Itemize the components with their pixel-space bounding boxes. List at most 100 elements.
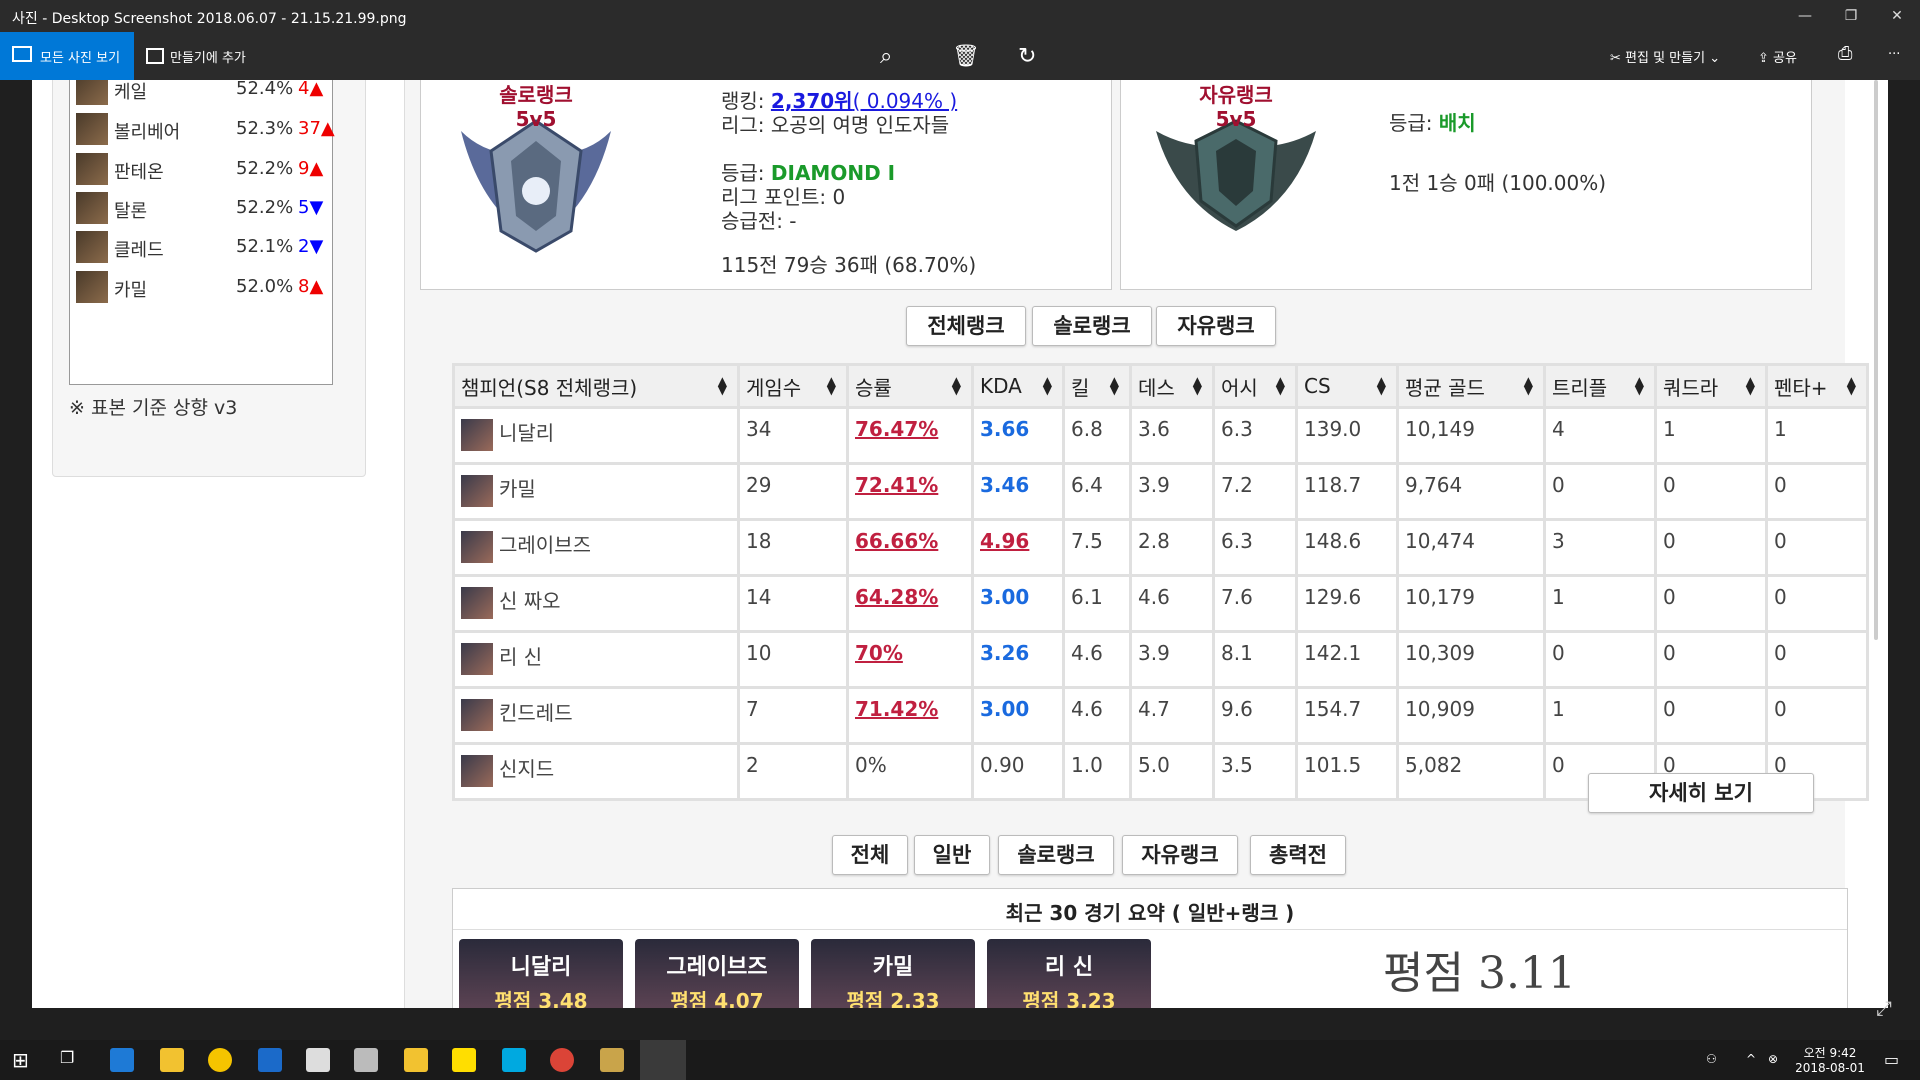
chrome-icon[interactable]	[550, 1048, 574, 1072]
all-photos-button[interactable]: 모든 사진 보기	[0, 32, 134, 80]
triple-cell: 1	[1543, 574, 1657, 633]
table-row: 리 신 10 70% 3.26 4.6 3.9 8.1 142.1 10,309…	[452, 630, 1869, 689]
column-header-champion[interactable]: 챔피언(S8 전체랭크) ▲ ▼	[452, 363, 740, 409]
table-row: 니달리 34 76.47% 3.66 6.8 3.6 6.3 139.0 10,…	[452, 406, 1869, 465]
edit-create-button[interactable]: ✂ 편집 및 만들기 ⌄	[1610, 47, 1720, 66]
flex-tier-line: 등급: 배치	[1389, 111, 1476, 135]
list-item[interactable]: 클레드 52.1% 2▼	[76, 229, 332, 265]
champion-portrait	[461, 642, 493, 675]
games-cell: 18	[737, 518, 849, 577]
delete-icon[interactable]: 🗑	[952, 44, 980, 69]
column-header-quadra[interactable]: 쿼드라 ▲ ▼	[1654, 363, 1768, 409]
summary-champion-card[interactable]: 카밀 평점 2.33	[811, 939, 975, 1008]
close-button[interactable]: ✕	[1874, 0, 1920, 32]
column-header-label: 챔피언(S8 전체랭크)	[461, 375, 638, 400]
people-icon[interactable]: ⚇	[1706, 1052, 1717, 1066]
media-player-icon[interactable]	[208, 1048, 232, 1072]
column-header-label: 어시	[1221, 375, 1258, 400]
tab-all-rank[interactable]: 전체랭크	[906, 306, 1026, 346]
skype-icon[interactable]	[502, 1048, 526, 1072]
summary-champion-card[interactable]: 리 신 평점 3.23	[987, 939, 1151, 1008]
photo-viewer: 케일 52.4% 4▲ 볼리베어 52.3% 37▲ 판테온 52.2% 9▲ …	[32, 80, 1888, 1008]
task-view-icon[interactable]: ❐	[60, 1048, 84, 1072]
clock-time: 오전 9:42	[1803, 1046, 1857, 1060]
list-item[interactable]: 탈론 52.2% 5▼	[76, 190, 332, 226]
winrate-value: 66.66%	[855, 529, 939, 553]
gamepad-icon[interactable]	[354, 1048, 378, 1072]
column-header-assists[interactable]: 어시 ▲ ▼	[1212, 363, 1298, 409]
champion-name: 니달리	[499, 421, 555, 445]
edge-icon[interactable]	[110, 1048, 134, 1072]
list-item[interactable]: 카밀 52.0% 8▲	[76, 269, 332, 305]
column-header-penta[interactable]: 펜타+ ▲ ▼	[1765, 363, 1869, 409]
summary-champion-card[interactable]: 니달리 평점 3.48	[459, 939, 623, 1008]
tab-flex-rank[interactable]: 자유랭크	[1156, 306, 1276, 346]
mail-icon[interactable]	[306, 1048, 330, 1072]
column-header-deaths[interactable]: 데스 ▲ ▼	[1129, 363, 1215, 409]
column-header-cs[interactable]: CS ▲ ▼	[1295, 363, 1399, 409]
champion-portrait	[461, 586, 493, 619]
start-icon[interactable]: ⊞	[12, 1048, 36, 1072]
clock-date: 2018-08-01	[1795, 1061, 1865, 1075]
summary-divider	[453, 929, 1847, 930]
deaths-cell: 3.9	[1129, 630, 1215, 689]
tab-match-normal[interactable]: 일반	[914, 835, 990, 875]
kda-value: 3.00	[980, 697, 1030, 721]
summary-champion-card[interactable]: 그레이브즈 평점 4.07	[635, 939, 799, 1008]
ranking-percent-link[interactable]: ( 0.094% )	[853, 89, 958, 113]
table-row: 카밀 29 72.41% 3.46 6.4 3.9 7.2 118.7 9,76…	[452, 462, 1869, 521]
summary-champion-name: 그레이브즈	[666, 955, 768, 980]
list-item[interactable]: 볼리베어 52.3% 37▲	[76, 111, 335, 147]
tab-match-aram[interactable]: 총력전	[1250, 835, 1346, 875]
zoom-icon[interactable]: ⌕	[880, 44, 892, 69]
clock[interactable]: 오전 9:42 2018-08-01	[1790, 1044, 1870, 1075]
tab-match-all[interactable]: 전체	[832, 835, 908, 875]
games-cell: 29	[737, 462, 849, 521]
kakaotalk-icon[interactable]	[452, 1048, 476, 1072]
print-icon[interactable]: ⎙	[1838, 43, 1852, 64]
column-header-winrate[interactable]: 승률 ▲ ▼	[846, 363, 974, 409]
win-rate: 52.2%	[236, 158, 294, 179]
column-header-label: 평균 골드	[1405, 375, 1485, 400]
column-header-triple[interactable]: 트리플 ▲ ▼	[1543, 363, 1657, 409]
photos-app-icon[interactable]	[640, 1040, 686, 1080]
column-header-games[interactable]: 게임수 ▲ ▼	[737, 363, 849, 409]
folder-icon[interactable]	[404, 1048, 428, 1072]
maximize-button[interactable]: ❐	[1828, 0, 1874, 32]
kda-value: 4.96	[980, 529, 1030, 553]
minimize-button[interactable]: —	[1782, 0, 1828, 32]
ranking-link[interactable]: 2,370위	[771, 89, 853, 113]
tray-chevron-icon[interactable]: ^	[1746, 1052, 1756, 1066]
champion-name: 카밀	[114, 280, 148, 301]
kills-cell: 1.0	[1062, 742, 1132, 801]
column-header-gold[interactable]: 평균 골드 ▲ ▼	[1396, 363, 1546, 409]
ranking-label: 랭킹:	[721, 89, 765, 113]
champion-name: 신 짜오	[499, 589, 561, 613]
tab-match-flex[interactable]: 자유랭크	[1122, 835, 1238, 875]
winrate-cell: 71.42%	[846, 686, 974, 745]
recent-summary-panel: 최근 30 경기 요약 ( 일반+랭크 ) 니달리 평점 3.48 그레이브즈 …	[452, 888, 1848, 1008]
column-header-kda[interactable]: KDA ▲ ▼	[971, 363, 1065, 409]
network-icon[interactable]: ⊗	[1768, 1052, 1778, 1066]
list-item[interactable]: 케일 52.4% 4▲	[76, 80, 332, 107]
tab-match-solo[interactable]: 솔로랭크	[998, 835, 1114, 875]
internet-explorer-icon[interactable]	[258, 1048, 282, 1072]
view-details-button[interactable]: 자세히 보기	[1588, 773, 1814, 813]
add-to-creation-button[interactable]: 만들기에 추가	[146, 47, 246, 66]
sort-icon: ▲ ▼	[1042, 374, 1052, 397]
rotate-icon[interactable]: ↻	[1018, 44, 1036, 69]
tab-solo-rank[interactable]: 솔로랭크	[1032, 306, 1152, 346]
photos-toolbar: 모든 사진 보기 만들기에 추가 ⌕ 🗑 ↻ ✂ 편집 및 만들기 ⌄ ⇪ 공유…	[0, 32, 1920, 80]
column-header-kills[interactable]: 킬 ▲ ▼	[1062, 363, 1132, 409]
notification-icon[interactable]: ▭	[1884, 1050, 1899, 1069]
penta-cell: 0	[1765, 574, 1869, 633]
vertical-scrollbar[interactable]	[1874, 80, 1878, 640]
file-explorer-icon[interactable]	[160, 1048, 184, 1072]
champion-cell: 신지드	[452, 742, 740, 801]
more-button[interactable]: ···	[1888, 47, 1900, 62]
kda-value: 3.66	[980, 417, 1030, 441]
share-button[interactable]: ⇪ 공유	[1758, 47, 1797, 66]
league-client-icon[interactable]	[600, 1048, 624, 1072]
list-item[interactable]: 판테온 52.2% 9▲	[76, 151, 332, 187]
fullscreen-icon[interactable]: ⤢	[1876, 996, 1892, 1020]
